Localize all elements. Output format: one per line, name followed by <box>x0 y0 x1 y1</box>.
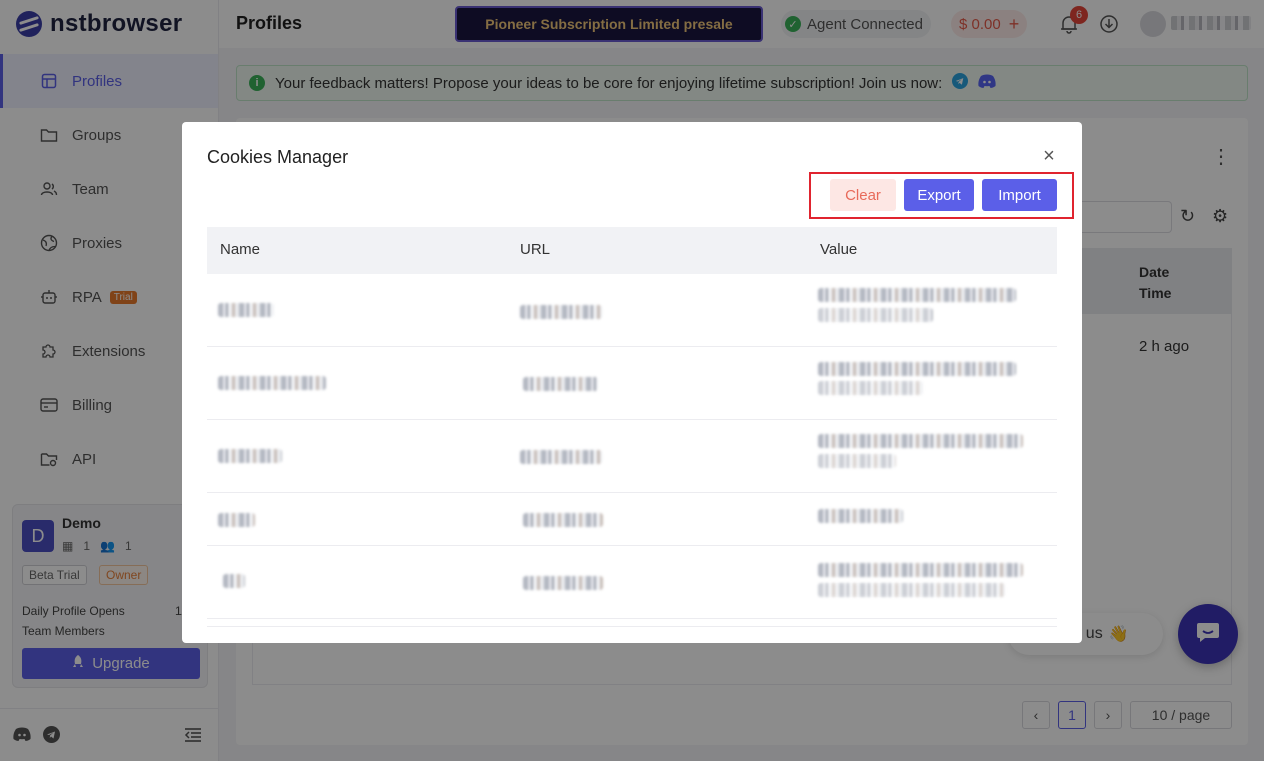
table-row[interactable] <box>207 347 1057 420</box>
cookie-value-blurred <box>818 288 1016 302</box>
cookie-url-blurred <box>523 377 598 391</box>
cookie-name-blurred <box>218 303 274 317</box>
cookie-value-blurred <box>818 583 1005 597</box>
cookie-url-blurred <box>523 513 603 527</box>
cookie-url-blurred <box>520 305 602 319</box>
cookie-value-blurred <box>818 381 923 395</box>
column-value-header: Value <box>820 241 858 258</box>
cookie-value-blurred <box>818 563 1023 577</box>
table-row[interactable] <box>207 493 1057 546</box>
cookie-value-blurred <box>818 308 933 322</box>
cookie-value-blurred <box>818 454 896 468</box>
cookie-value-blurred <box>818 509 903 523</box>
cookie-name-blurred <box>218 513 255 527</box>
column-url-header: URL <box>520 241 551 258</box>
cookie-value-blurred <box>818 362 1016 376</box>
cookie-name-blurred <box>218 376 326 390</box>
cookies-table: Name URL Value <box>207 227 1057 627</box>
cookies-manager-modal: Cookies Manager × Clear Export Import Na… <box>182 122 1082 643</box>
table-row[interactable] <box>207 546 1057 619</box>
cookie-name-blurred <box>218 449 282 463</box>
cookie-value-blurred <box>818 434 1023 448</box>
cookie-name-blurred <box>223 574 245 588</box>
clear-button[interactable]: Clear <box>830 179 896 211</box>
modal-title: Cookies Manager <box>207 147 349 167</box>
import-button[interactable]: Import <box>982 179 1057 211</box>
close-icon[interactable]: × <box>1039 146 1059 166</box>
cookies-table-header: Name URL Value <box>207 227 1057 274</box>
export-button[interactable]: Export <box>904 179 974 211</box>
column-name-header: Name <box>220 241 261 258</box>
cookie-url-blurred <box>523 576 603 590</box>
table-row[interactable] <box>207 274 1057 347</box>
table-row[interactable] <box>207 420 1057 493</box>
cookie-url-blurred <box>520 450 602 464</box>
